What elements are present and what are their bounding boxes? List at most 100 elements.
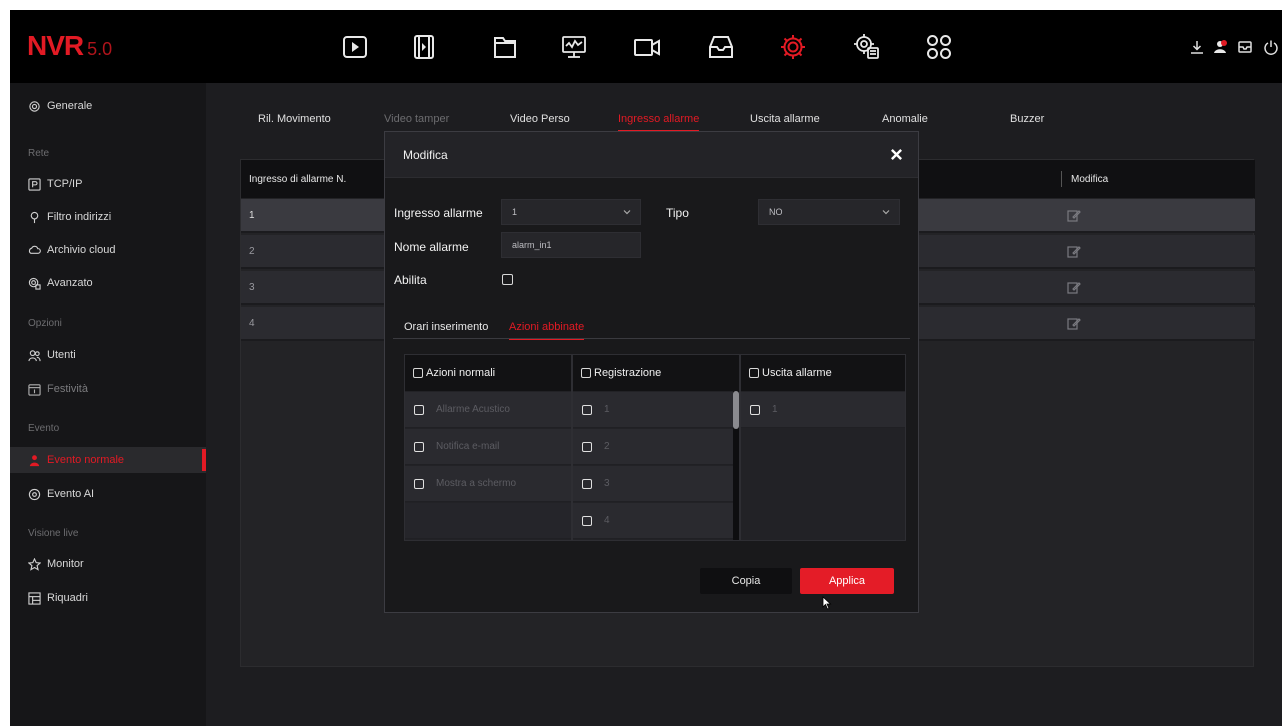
azioni-normali-select-all-checkbox[interactable]: [413, 368, 423, 378]
list-item-label: Mostra a schermo: [436, 478, 517, 489]
sidebar: Generale Rete TCP/IP Filtro indirizzi Ar…: [10, 83, 206, 726]
uscita-allarme-header[interactable]: Uscita allarme: [741, 355, 905, 391]
sidebar-item-evento-ai[interactable]: Evento AI: [10, 481, 206, 507]
tab-buzzer[interactable]: Buzzer: [1010, 113, 1044, 125]
sidebar-item-label: Utenti: [47, 349, 76, 361]
list-item[interactable]: Notifica e-mail: [405, 429, 571, 465]
column-divider: [1061, 171, 1062, 187]
list-item-label: 3: [604, 478, 610, 489]
download-icon[interactable]: [1188, 38, 1206, 56]
users-icon: [28, 349, 41, 361]
list-item[interactable]: Mostra a schermo: [405, 466, 571, 502]
nome-allarme-label: Nome allarme: [394, 240, 469, 254]
list-item[interactable]: 3: [573, 466, 735, 502]
edit-icon[interactable]: [1067, 208, 1081, 222]
close-button[interactable]: [886, 144, 906, 164]
sidebar-item-cloud[interactable]: Archivio cloud: [10, 237, 206, 263]
notifica-email-checkbox[interactable]: [414, 441, 424, 452]
list-item[interactable]: 4: [573, 503, 735, 539]
row-number: 4: [249, 317, 255, 329]
sidebar-item-label: Festività: [47, 383, 88, 395]
video-clip-icon[interactable]: [407, 30, 441, 64]
p-box-icon: [28, 177, 41, 191]
subtab-orari-inserimento[interactable]: Orari inserimento: [404, 321, 488, 333]
tab-ril-movimento[interactable]: Ril. Movimento: [258, 113, 331, 125]
sidebar-item-utenti[interactable]: Utenti: [10, 342, 206, 368]
sidebar-item-label: Evento normale: [47, 454, 125, 466]
edit-icon[interactable]: [1067, 280, 1081, 294]
system-settings-icon[interactable]: [850, 30, 884, 64]
empty-row: [405, 503, 571, 539]
applica-button[interactable]: Applica: [800, 568, 894, 594]
tipo-select[interactable]: NO: [758, 199, 900, 225]
nvr-screen: NVR 5.0 Generale Rete TCP/IP Filtro indi…: [10, 10, 1282, 726]
registrazione-scrollbar[interactable]: [733, 391, 739, 540]
modal-header: Modifica: [385, 132, 918, 178]
registrazione-header-label: Registrazione: [594, 367, 662, 379]
list-item-label: 2: [604, 441, 610, 452]
chevron-down-icon: [882, 210, 890, 215]
registrazione-column: Registrazione 1 2 3 4: [572, 354, 740, 541]
sidebar-item-riquadri[interactable]: Riquadri: [10, 585, 206, 611]
channel-checkbox[interactable]: [582, 441, 592, 452]
sidebar-item-avanzato[interactable]: Avanzato: [10, 270, 206, 296]
sidebar-item-label: Riquadri: [47, 592, 88, 604]
folder-icon[interactable]: [488, 30, 522, 64]
tab-video-perso[interactable]: Video Perso: [510, 113, 570, 125]
sidebar-item-monitor[interactable]: Monitor: [10, 551, 206, 577]
azioni-normali-header[interactable]: Azioni normali: [405, 355, 571, 391]
list-item[interactable]: 1: [573, 392, 735, 428]
monitor-graph-icon[interactable]: [557, 30, 591, 64]
alarm-person-icon: [29, 454, 40, 466]
power-icon[interactable]: [1262, 38, 1280, 56]
list-item-label: 1: [772, 404, 778, 415]
registrazione-header[interactable]: Registrazione: [573, 355, 739, 391]
storage-tray-icon[interactable]: [704, 30, 738, 64]
sidebar-section-opzioni: Opzioni: [28, 318, 62, 329]
list-item[interactable]: 1: [741, 392, 905, 428]
sidebar-item-label: Filtro indirizzi: [47, 211, 112, 223]
scrollbar-thumb[interactable]: [733, 391, 739, 429]
edit-icon[interactable]: [1067, 244, 1081, 258]
sidebar-item-evento-normale[interactable]: Evento normale: [10, 447, 206, 473]
message-icon[interactable]: [1236, 38, 1254, 56]
chevron-down-icon: [623, 210, 631, 215]
registrazione-select-all-checkbox[interactable]: [581, 368, 591, 378]
sidebar-item-festivita[interactable]: Festività: [10, 376, 206, 402]
mouse-cursor-icon: [822, 596, 832, 610]
uscita-allarme-header-label: Uscita allarme: [762, 367, 832, 379]
apps-grid-icon[interactable]: [922, 30, 956, 64]
tab-uscita-allarme[interactable]: Uscita allarme: [750, 113, 820, 125]
ingresso-allarme-select[interactable]: 1: [501, 199, 641, 225]
tab-anomalie[interactable]: Anomalie: [882, 113, 928, 125]
sidebar-item-tcpip[interactable]: TCP/IP: [10, 171, 206, 197]
list-item[interactable]: 2: [573, 429, 735, 465]
channel-checkbox[interactable]: [582, 515, 592, 526]
mostra-schermo-checkbox[interactable]: [414, 478, 424, 489]
camera-icon[interactable]: [630, 30, 664, 64]
output-checkbox[interactable]: [750, 404, 760, 415]
tab-ingresso-allarme[interactable]: Ingresso allarme: [618, 113, 700, 132]
alarm-user-icon[interactable]: [1212, 38, 1230, 56]
list-item[interactable]: Allarme Acustico: [405, 392, 571, 428]
sidebar-section-rete: Rete: [28, 148, 50, 159]
settings-gear-icon[interactable]: [776, 30, 810, 64]
sidebar-item-label: Evento AI: [47, 488, 95, 500]
copia-button[interactable]: Copia: [700, 568, 792, 594]
tab-video-tamper[interactable]: Video tamper: [384, 113, 449, 125]
sidebar-item-label: Archivio cloud: [47, 244, 116, 256]
column-header-modifica: Modifica: [1071, 173, 1109, 185]
abilita-label: Abilita: [394, 273, 427, 287]
subtab-azioni-abbinate[interactable]: Azioni abbinate: [509, 321, 585, 340]
sidebar-item-generale[interactable]: Generale: [10, 93, 206, 119]
nome-allarme-input[interactable]: alarm_in1: [501, 232, 641, 258]
tipo-value: NO: [769, 207, 783, 217]
abilita-checkbox[interactable]: [502, 274, 513, 285]
allarme-acustico-checkbox[interactable]: [414, 404, 424, 415]
uscita-allarme-select-all-checkbox[interactable]: [749, 368, 759, 378]
channel-checkbox[interactable]: [582, 478, 592, 489]
sidebar-item-filtro[interactable]: Filtro indirizzi: [10, 204, 206, 230]
channel-checkbox[interactable]: [582, 404, 592, 415]
edit-icon[interactable]: [1067, 316, 1081, 330]
playback-icon[interactable]: [338, 30, 372, 64]
